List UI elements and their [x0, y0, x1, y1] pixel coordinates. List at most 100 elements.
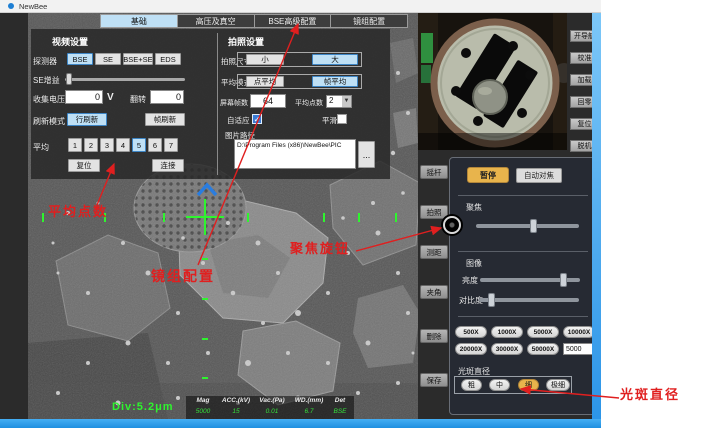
photo-settings-title: 拍照设置 — [228, 35, 264, 48]
measure-dash — [202, 258, 208, 260]
ruler-tick — [358, 213, 360, 222]
average-5-button[interactable]: 5 — [132, 138, 146, 152]
stat-header: Mag — [188, 397, 218, 408]
mag-5000x-button[interactable]: 5000X — [527, 326, 559, 338]
measure-dash — [202, 338, 208, 340]
path-textbox[interactable]: D:\Program Files (x86)\NewBee\PIC — [234, 139, 356, 169]
mag-1000x-button[interactable]: 1000X — [491, 326, 523, 338]
window-bottom-edge — [0, 419, 601, 428]
autofocus-button[interactable]: 自动对焦 — [516, 168, 562, 183]
tab-bse-advanced[interactable]: BSE高级配置 — [255, 14, 332, 28]
average-2-button[interactable]: 2 — [84, 138, 98, 152]
top-tabbar: 基础 高压及真空 BSE高级配置 镜组配置 — [100, 14, 408, 28]
spot-medium-button[interactable]: 中 — [489, 379, 510, 391]
average-6-button[interactable]: 6 — [148, 138, 162, 152]
detector-bse-button[interactable]: BSE — [67, 53, 93, 65]
avg-point-button[interactable]: 点平均 — [246, 76, 284, 87]
divider — [458, 195, 588, 196]
brightness-slider-thumb[interactable] — [560, 273, 567, 287]
ruler-tick — [247, 213, 249, 222]
smooth-label: 平滑 — [322, 115, 337, 126]
video-settings-title: 视频设置 — [52, 35, 88, 48]
photo-size-group: 小 大 — [237, 52, 362, 67]
measure-distance-button[interactable]: 测距 — [420, 245, 448, 259]
se-gain-slider[interactable] — [65, 78, 185, 81]
brightness-label: 亮度 — [462, 275, 478, 286]
average-label: 平均 — [33, 142, 49, 153]
size-small-button[interactable]: 小 — [246, 54, 284, 65]
collect-voltage-input[interactable] — [65, 90, 103, 104]
mag-20000x-button[interactable]: 20000X — [455, 343, 487, 355]
detector-eds-button[interactable]: EDS — [155, 53, 181, 65]
avg-frame-button[interactable]: 帧平均 — [312, 76, 358, 87]
frames-input[interactable] — [250, 94, 286, 108]
stat-value: 6.7 — [290, 408, 328, 419]
flip-input[interactable] — [150, 90, 184, 104]
focus-slider-thumb[interactable] — [530, 219, 537, 233]
detector-bse-se-button[interactable]: BSE+SE — [123, 53, 153, 65]
mag-30000x-button[interactable]: 30000X — [491, 343, 523, 355]
annotation-avg-points: 平均点数 — [48, 201, 108, 220]
status-readout: Mag ACC.(kV) Vac.(Pa) WD.(mm) Det 5000 1… — [186, 396, 354, 419]
flip-label: 翻转 — [130, 94, 146, 105]
smooth-checkbox[interactable] — [337, 114, 347, 124]
reset-button[interactable]: 复位 — [68, 159, 100, 172]
focus-label: 聚焦 — [466, 202, 482, 213]
measure-angle-button[interactable]: 夹角 — [420, 285, 448, 299]
annotation-focus-knob: 聚焦旋钮 — [290, 238, 350, 257]
mag-10000x-button[interactable]: 10000X — [563, 326, 595, 338]
stat-header: Vac.(Pa) — [254, 397, 290, 408]
average-7-button[interactable]: 7 — [164, 138, 178, 152]
connect-button[interactable]: 连接 — [152, 159, 184, 172]
spot-extra-fine-button[interactable]: 极细 — [546, 379, 570, 391]
tab-hv-vacuum[interactable]: 高压及真空 — [178, 14, 255, 28]
app-icon — [8, 3, 14, 9]
browse-button[interactable]: ... — [358, 141, 375, 168]
stat-value: 15 — [218, 408, 254, 419]
scale-readout: Div:5.2μm — [112, 401, 174, 413]
screenshot-root: NewBee — [0, 0, 720, 428]
window-titlebar[interactable]: NewBee — [0, 0, 601, 13]
annotation-lens-config: 镜组配置 — [151, 266, 215, 286]
image-section-label: 图像 — [466, 258, 482, 269]
adaptive-checkbox[interactable]: ✓ — [252, 114, 262, 124]
joystick-button[interactable]: 摇杆 — [420, 165, 448, 179]
control-panel: 暂停 自动对焦 聚焦 图像 亮度 对比度 500X 1000X 5000X 10… — [449, 157, 597, 415]
contrast-slider-thumb[interactable] — [488, 293, 495, 307]
measure-dash — [202, 377, 208, 379]
average-3-button[interactable]: 3 — [100, 138, 114, 152]
se-gain-label: SE增益 — [33, 75, 60, 86]
tab-basic[interactable]: 基础 — [100, 14, 178, 28]
crosshair-vertical — [204, 199, 206, 235]
detector-se-button[interactable]: SE — [95, 53, 121, 65]
average-4-button[interactable]: 4 — [116, 138, 130, 152]
focus-slider[interactable] — [476, 224, 579, 228]
size-large-button[interactable]: 大 — [312, 54, 358, 65]
chevron-up-icon[interactable] — [195, 181, 219, 199]
save-button[interactable]: 保存 — [420, 373, 448, 387]
se-gain-slider-thumb[interactable] — [66, 73, 72, 85]
avg-points-dropdown[interactable]: 2 ▼ — [326, 95, 352, 108]
stat-value: 5000 — [188, 408, 218, 419]
focus-knob[interactable] — [443, 216, 461, 234]
mag-500x-button[interactable]: 500X — [455, 326, 487, 338]
refresh-line-button[interactable]: 行刷新 — [67, 113, 107, 126]
mag-value-input[interactable] — [563, 343, 593, 355]
spot-fine-button[interactable]: 细 — [518, 379, 539, 391]
spot-coarse-button[interactable]: 粗 — [461, 379, 482, 391]
annotation-spot-diameter: 光斑直径 — [620, 384, 680, 403]
delete-button[interactable]: 删除 — [420, 329, 448, 343]
pause-button[interactable]: 暂停 — [467, 167, 509, 183]
ruler-tick — [323, 213, 325, 222]
detector-label: 探测器 — [33, 56, 57, 67]
average-1-button[interactable]: 1 — [68, 138, 82, 152]
mag-50000x-button[interactable]: 50000X — [527, 343, 559, 355]
ruler-tick — [42, 213, 44, 222]
tab-lens-config[interactable]: 镜组配置 — [331, 14, 408, 28]
ruler-tick — [395, 213, 397, 222]
divider — [458, 316, 588, 317]
refresh-frame-button[interactable]: 帧刷新 — [145, 113, 185, 126]
photo-button[interactable]: 拍照 — [420, 205, 448, 219]
spot-diameter-group: 粗 中 细 极细 — [454, 376, 572, 394]
stat-value: 0.01 — [254, 408, 290, 419]
